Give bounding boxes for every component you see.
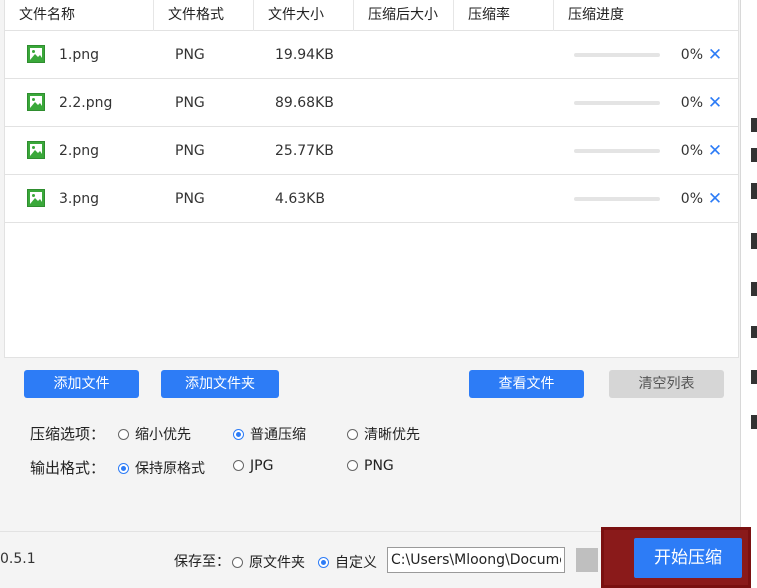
table-row[interactable]: 3.png PNG 4.63KB 0% ✕ bbox=[5, 175, 738, 223]
table-row[interactable]: 1.png PNG 19.94KB 0% ✕ bbox=[5, 31, 738, 79]
compression-option-0[interactable]: 缩小优先 bbox=[118, 424, 191, 444]
output-format-option-0[interactable]: 保持原格式 bbox=[118, 458, 205, 478]
edge-mark bbox=[751, 148, 757, 162]
column-header-name[interactable]: 文件名称 bbox=[5, 0, 154, 31]
version-text: 0.5.1 bbox=[0, 551, 36, 567]
file-size: 89.68KB bbox=[275, 95, 334, 111]
file-table: 文件名称 文件格式 文件大小 压缩后大小 压缩率 压缩进度 1.png PNG 19… bbox=[4, 0, 739, 358]
add-files-button[interactable]: 添加文件 bbox=[24, 370, 139, 398]
radio-button-icon[interactable] bbox=[232, 557, 243, 568]
radio-label: 保持原格式 bbox=[135, 461, 205, 477]
image-file-icon bbox=[27, 189, 45, 207]
output-format-label: 输出格式： bbox=[30, 459, 106, 477]
progress-bar bbox=[574, 101, 660, 105]
image-file-icon bbox=[27, 45, 45, 63]
radio-button-icon[interactable] bbox=[233, 460, 244, 471]
edge-mark bbox=[751, 233, 757, 249]
radio-button-icon[interactable] bbox=[347, 429, 358, 440]
remove-file-icon[interactable]: ✕ bbox=[707, 127, 723, 175]
table-row[interactable]: 2.png PNG 25.77KB 0% ✕ bbox=[5, 127, 738, 175]
image-file-icon bbox=[27, 141, 45, 159]
progress-percent: 0% bbox=[680, 95, 703, 111]
radio-label: JPG bbox=[250, 458, 274, 474]
output-format-option-2[interactable]: PNG bbox=[347, 458, 394, 474]
progress-percent: 0% bbox=[680, 191, 703, 207]
table-header: 文件名称 文件格式 文件大小 压缩后大小 压缩率 压缩进度 bbox=[5, 0, 738, 31]
save-path-input[interactable] bbox=[387, 547, 565, 573]
image-file-icon bbox=[27, 93, 45, 111]
edge-mark bbox=[751, 370, 757, 384]
output-format-option-1[interactable]: JPG bbox=[233, 458, 273, 474]
radio-button-icon[interactable] bbox=[318, 557, 329, 568]
file-name: 2.2.png bbox=[59, 95, 113, 111]
save-location-option-0[interactable]: 原文件夹 bbox=[232, 552, 305, 572]
edge-mark bbox=[751, 118, 757, 132]
column-header-size[interactable]: 文件大小 bbox=[254, 0, 354, 31]
compression-option-label: 压缩选项： bbox=[30, 425, 106, 443]
file-format: PNG bbox=[175, 191, 205, 207]
progress-percent: 0% bbox=[680, 143, 703, 159]
compression-option-2[interactable]: 清晰优先 bbox=[347, 424, 420, 444]
radio-label: 普通压缩 bbox=[250, 427, 306, 443]
radio-label: PNG bbox=[364, 458, 394, 474]
edge-mark bbox=[751, 415, 757, 429]
progress-bar bbox=[574, 197, 660, 201]
file-name: 3.png bbox=[59, 191, 100, 207]
table-row[interactable]: 2.2.png PNG 89.68KB 0% ✕ bbox=[5, 79, 738, 127]
radio-button-icon[interactable] bbox=[118, 429, 129, 440]
remove-file-icon[interactable]: ✕ bbox=[707, 175, 723, 223]
edge-mark bbox=[751, 183, 757, 199]
edge-mark bbox=[751, 326, 757, 338]
file-size: 19.94KB bbox=[275, 47, 334, 63]
radio-label: 原文件夹 bbox=[249, 555, 305, 571]
file-format: PNG bbox=[175, 95, 205, 111]
radio-label: 清晰优先 bbox=[364, 427, 420, 443]
edge-mark bbox=[751, 282, 757, 296]
save-to-label: 保存至： bbox=[174, 554, 230, 570]
view-files-button[interactable]: 查看文件 bbox=[469, 370, 584, 398]
column-header-compressed-size[interactable]: 压缩后大小 bbox=[354, 0, 454, 31]
progress-bar bbox=[574, 53, 660, 57]
radio-label: 缩小优先 bbox=[135, 427, 191, 443]
column-header-format[interactable]: 文件格式 bbox=[154, 0, 254, 31]
radio-button-icon[interactable] bbox=[347, 460, 358, 471]
file-size: 4.63KB bbox=[275, 191, 325, 207]
start-compress-button[interactable]: 开始压缩 bbox=[634, 538, 742, 578]
add-folder-button[interactable]: 添加文件夹 bbox=[161, 370, 279, 398]
file-size: 25.77KB bbox=[275, 143, 334, 159]
radio-button-icon[interactable] bbox=[118, 463, 129, 474]
compression-option-1[interactable]: 普通压缩 bbox=[233, 424, 306, 444]
radio-label: 自定义 bbox=[335, 555, 377, 571]
clear-list-button[interactable]: 清空列表 bbox=[609, 370, 724, 398]
file-format: PNG bbox=[175, 47, 205, 63]
radio-button-icon[interactable] bbox=[233, 429, 244, 440]
save-location-option-1[interactable]: 自定义 bbox=[318, 552, 377, 572]
column-header-ratio[interactable]: 压缩率 bbox=[454, 0, 554, 31]
file-name: 1.png bbox=[59, 47, 100, 63]
progress-bar bbox=[574, 149, 660, 153]
file-format: PNG bbox=[175, 143, 205, 159]
file-name: 2.png bbox=[59, 143, 100, 159]
progress-percent: 0% bbox=[680, 47, 703, 63]
browse-folder-button[interactable] bbox=[576, 548, 598, 572]
remove-file-icon[interactable]: ✕ bbox=[707, 79, 723, 127]
app-window: 文件名称 文件格式 文件大小 压缩后大小 压缩率 压缩进度 1.png PNG 19… bbox=[0, 0, 740, 588]
remove-file-icon[interactable]: ✕ bbox=[707, 31, 723, 79]
column-header-progress[interactable]: 压缩进度 bbox=[554, 0, 740, 31]
